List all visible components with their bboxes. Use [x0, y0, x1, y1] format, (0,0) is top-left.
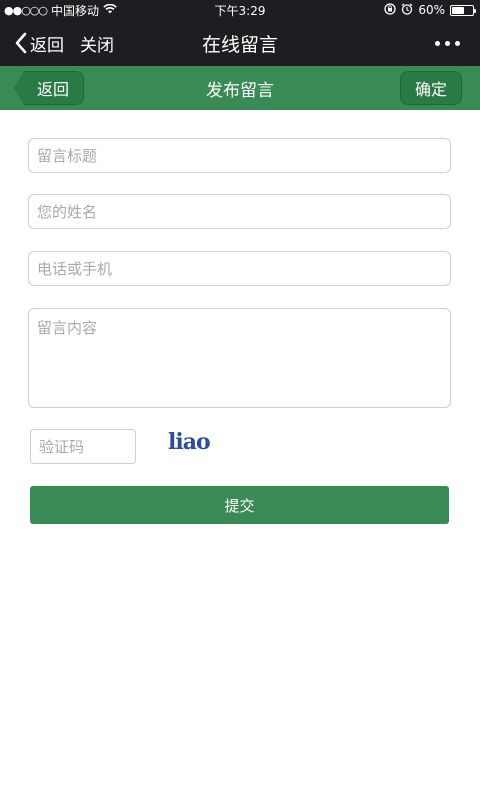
status-right: 60%	[384, 0, 476, 20]
submit-button[interactable]: 提交	[30, 486, 449, 524]
name-input[interactable]	[28, 194, 451, 229]
message-content-textarea[interactable]	[28, 308, 451, 408]
wechat-back-label: 返回	[30, 35, 64, 56]
battery-percent: 60%	[418, 3, 445, 17]
wechat-nav-bar: 返回 关闭 在线留言	[0, 20, 480, 66]
rotation-lock-icon	[384, 2, 396, 18]
confirm-button[interactable]: 确定	[400, 71, 462, 105]
wechat-back-button[interactable]: 返回	[14, 20, 64, 66]
chevron-left-icon	[15, 32, 27, 54]
captcha-input[interactable]	[30, 429, 136, 464]
header-back-button[interactable]: 返回	[14, 71, 84, 105]
phone-input[interactable]	[28, 251, 451, 286]
message-title-input[interactable]	[28, 138, 451, 173]
captcha-image[interactable]: liao	[168, 429, 211, 455]
battery-fill	[452, 6, 464, 14]
battery-icon	[450, 4, 476, 16]
wechat-page-title: 在线留言	[201, 33, 278, 56]
more-options-icon[interactable]	[435, 20, 460, 66]
alarm-icon	[401, 3, 413, 18]
status-bar: ●●○○○ 中国移动 下午3:29 60%	[0, 0, 480, 20]
app-header: 返回 发布留言 确定	[0, 66, 480, 110]
wechat-close-button[interactable]: 关闭	[80, 20, 114, 66]
